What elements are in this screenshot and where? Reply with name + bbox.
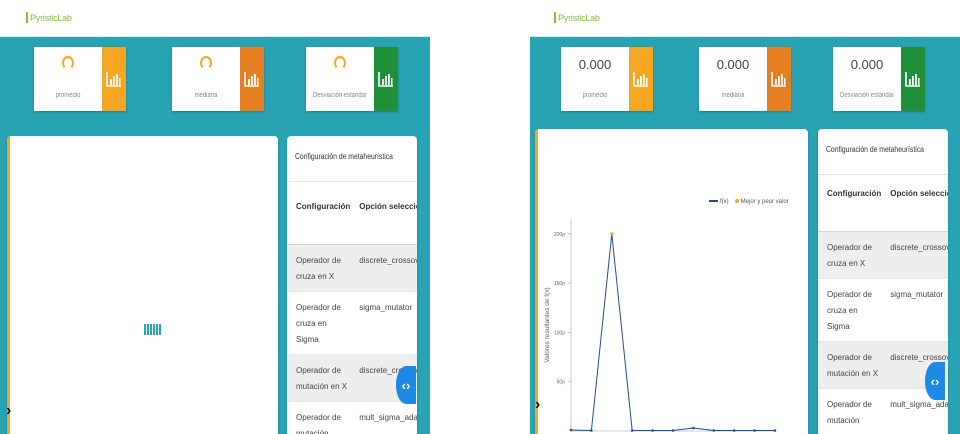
chart-card: f(x) Mejor y peor valor 50p 100p 150p 200p V… [535,129,808,434]
stat-label: mediana [194,92,218,99]
table-row: Operador de cruza en Sigma sigma_mutator [287,291,417,355]
top-bar: PyristicLab [0,0,430,37]
bar-chart-icon [629,47,653,111]
data-point [590,429,593,432]
stat-value: 0.000 [578,57,612,72]
bar-chart-icon [901,47,925,111]
line-chart[interactable]: 50p 100p 150p 200p Valores resultantes de f(… [535,129,808,434]
stat-label: promedio [582,92,608,99]
column-header: Opción seleccionada [350,194,417,245]
config-table: Configuración Opción seleccionada Operad… [287,194,417,434]
table-row: Operador de cruza en Sigma sigma_mutator [818,278,948,342]
stat-value: 0.000 [850,57,884,72]
data-point [671,429,675,432]
data-point [712,429,716,432]
table-row: Operador de cruza en Xdiscrete_crossover [818,231,948,279]
brand-logo[interactable]: PyristicLab [26,12,72,23]
data-point [753,429,756,432]
stat-card-desviacion: 0.000 Desviación estandar [833,47,925,111]
stat-card-promedio: promedio [34,47,126,111]
data-point [773,429,777,432]
column-header: Opción seleccionada [881,181,948,232]
right-dashboard: PyristicLab 0.000 promedio 0.000 mediana 0… [530,0,960,434]
chevron-right-icon[interactable]: › [6,402,11,420]
stat-label: mediana [721,92,745,99]
column-header: Configuración [818,181,882,232]
code-icon: ‹› [930,373,940,389]
left-dashboard: PyristicLab promedio mediana Desviación … [0,0,430,434]
stat-label: promedio [55,92,81,99]
stat-card-mediana: mediana [172,47,264,111]
table-row: Operador de cruza en Xdiscrete_crossover [287,244,417,292]
bar-chart-icon [240,47,264,111]
data-point [569,428,573,432]
bar-chart-icon [374,47,398,111]
data-point [732,429,736,432]
bar-chart-icon [767,47,791,111]
y-tick-label: 150p [554,281,565,287]
data-point [692,426,695,430]
top-bar: PyristicLab [530,0,960,37]
column-header: Configuración [287,194,351,245]
loading-spinner [200,56,212,70]
code-toggle-button[interactable]: ‹› [925,362,945,400]
data-point [651,429,654,432]
y-axis-label: Valores resultantes de f(x) [544,287,551,362]
chart-card [7,136,278,434]
stat-label: Desviación estandar [840,92,894,99]
stat-card-mediana: 0.000 mediana [699,47,791,111]
stat-card-desviacion: Desviación estandar [306,47,398,111]
chevron-right-icon[interactable]: › [535,396,540,414]
y-tick-label: 200p [554,232,565,238]
best-worst-point [610,232,614,236]
config-title: Configuración de metaheurística [818,129,948,175]
table-row: Operador de mutaciónmult_sigma_adaptive_… [287,401,417,434]
loading-indicator [144,324,161,335]
bar-chart-icon [102,47,126,111]
loading-spinner [62,56,74,70]
data-point [630,429,634,432]
code-toggle-button[interactable]: ‹› [396,366,416,404]
stat-card-promedio: 0.000 promedio [561,47,653,111]
config-title: Configuración de metaheurística [287,136,417,182]
code-icon: ‹› [401,377,411,393]
stat-value: 0.000 [716,57,750,72]
stat-label: Desviación estandar [313,92,367,99]
series-line-fx [570,233,775,432]
y-tick-label: 50p [557,380,566,386]
y-tick-label: 100p [554,330,565,336]
brand-logo[interactable]: PyristicLab [554,12,600,23]
loading-spinner [334,56,346,70]
